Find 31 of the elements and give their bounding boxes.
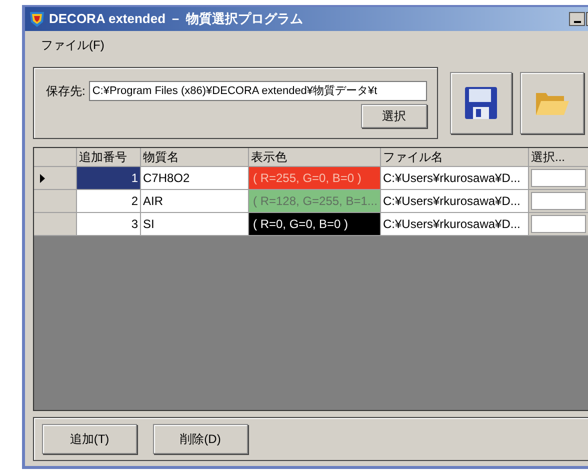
select-field[interactable] — [531, 192, 586, 210]
action-button[interactable]: 追加(T) — [42, 424, 137, 454]
table-cell: C:¥Users¥rkurosawa¥D... — [381, 167, 529, 189]
column-header: 追加番号 — [77, 148, 141, 166]
table-cell: C:¥Users¥rkurosawa¥D... — [381, 190, 529, 212]
action-button[interactable]: 削除(D) — [153, 424, 248, 454]
column-header: 物質名 — [141, 148, 249, 166]
app-logo-icon — [29, 10, 45, 28]
table-cell: C7H8O2 — [141, 167, 249, 189]
save-path-field[interactable]: C:¥Program Files (x86)¥DECORA extended¥物質データ¥t — [89, 81, 427, 101]
column-header: 表示色 — [249, 148, 381, 166]
table-cell: 2 — [77, 190, 141, 212]
menu-item[interactable]: ファイル(F) — [41, 36, 104, 54]
save-button[interactable] — [450, 72, 512, 134]
minimize-button[interactable] — [569, 12, 585, 26]
save-label: 保存先: — [46, 83, 86, 100]
column-header: ファイル名 — [381, 148, 529, 166]
color-cell: ( R=255, G=0, B=0 ) — [249, 167, 381, 189]
select-field[interactable] — [531, 169, 586, 187]
current-row-icon — [40, 174, 45, 182]
open-folder-button[interactable] — [520, 72, 584, 134]
table-cell: 1 — [77, 167, 141, 189]
window-title: DECORA extended － 物質選択プログラム — [49, 10, 303, 28]
table-cell: C:¥Users¥rkurosawa¥D... — [381, 213, 529, 235]
table-cell: SI — [141, 213, 249, 235]
color-cell: ( R=0, G=0, B=0 ) — [249, 213, 381, 235]
table-cell: AIR — [141, 190, 249, 212]
select-field[interactable] — [531, 215, 586, 233]
color-cell: ( R=128, G=255, B=1... — [249, 190, 381, 212]
select-button[interactable]: 選択 — [361, 104, 427, 128]
table-cell: 3 — [77, 213, 141, 235]
